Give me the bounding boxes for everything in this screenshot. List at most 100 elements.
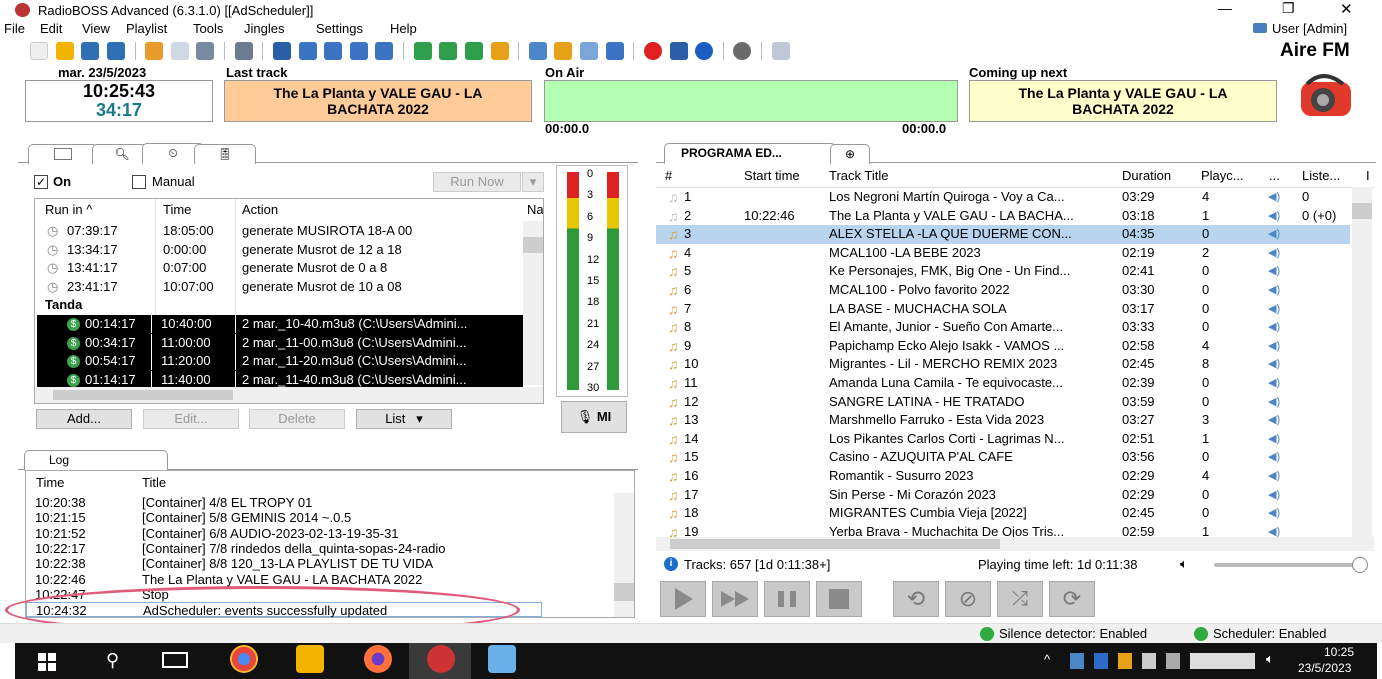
pl-col-duration[interactable]: Duration — [1122, 165, 1171, 187]
log-row[interactable]: 10:22:38 [Container] 8/8 120_13-LA PLAYLI… — [26, 556, 612, 571]
menu-help[interactable]: Help — [390, 21, 417, 36]
view-5-icon[interactable] — [375, 42, 394, 60]
col-run-in[interactable]: Run in ^ — [45, 199, 92, 221]
pl-col-playcount[interactable]: Playc... — [1201, 165, 1244, 187]
paste-icon[interactable] — [196, 42, 215, 60]
file-explorer-icon[interactable] — [296, 645, 324, 673]
delete-button[interactable]: Delete — [249, 409, 345, 429]
schedule-row[interactable]: ◷ 13:34:17 0:00:00 generate Musrot de 12 a … — [35, 241, 523, 260]
loop-button[interactable]: ⟳ — [1049, 581, 1095, 617]
playlist-row[interactable]: ♫ 16 Romantik - Susurro 2023 02:29 4 ◀︎) — [656, 467, 1350, 486]
undo-icon[interactable] — [234, 42, 253, 60]
radioboss-task-icon[interactable] — [427, 645, 455, 673]
add-folder-icon[interactable] — [439, 42, 458, 60]
playlist-row[interactable]: ♫ 8 El Amante, Junior - Sueño Con Amarte..… — [656, 318, 1350, 337]
log-vscroll[interactable] — [614, 493, 634, 617]
chrome-icon[interactable] — [230, 645, 258, 673]
schedule-row[interactable]: ◷ 07:39:17 18:05:00 generate MUSIROTA 18-A … — [35, 222, 523, 241]
tab-mixer[interactable]: 🎚︎ — [194, 144, 256, 164]
playlist-row[interactable]: ♫ 12 SANGRE LATINA - HE TRATADO 03:59 0 ◀︎) — [656, 393, 1350, 412]
forward-button[interactable] — [712, 581, 758, 617]
tab-programa[interactable]: PROGRAMA ED... — [664, 143, 836, 164]
view-1-icon[interactable] — [272, 42, 291, 60]
playlist-row[interactable]: ♫ 4 MCAL100 -LA BEBE 2023 02:19 2 ◀︎) — [656, 244, 1350, 263]
playlist-row[interactable]: ♫ 14 Los Pikantes Carlos Corti - Lagrimas … — [656, 430, 1350, 449]
log-row[interactable]: 10:21:15 [Container] 5/8 GEMINIS 2014 ~.0… — [26, 510, 612, 525]
globe-icon[interactable] — [695, 42, 714, 60]
pl-col-listeners[interactable]: Liste... — [1302, 165, 1340, 187]
pl-col-start[interactable]: Start time — [744, 165, 800, 187]
menu-jingles[interactable]: Jingles — [244, 21, 284, 36]
mute-icon[interactable] — [771, 42, 790, 60]
record-icon[interactable] — [643, 42, 662, 60]
schedule-icon[interactable] — [528, 42, 547, 60]
playlist-row[interactable]: ♫ 6 MCAL100 - Polvo favorito 2022 03:30 0 ◀︎) — [656, 281, 1350, 300]
on-checkbox[interactable]: ✓ — [34, 175, 48, 189]
tab-playlists[interactable] — [28, 144, 98, 164]
log-col-time[interactable]: Time — [36, 473, 64, 493]
col-action[interactable]: Action — [242, 199, 278, 221]
playlist-row[interactable]: ♫ 13 Marshmello Farruko - Esta Vida 2023 03… — [656, 411, 1350, 430]
ads-icon[interactable] — [554, 42, 573, 60]
menu-file[interactable]: File — [4, 21, 25, 36]
pl-col-title[interactable]: Track Title — [829, 165, 888, 187]
log-row[interactable]: 10:22:46 The La Planta y VALE GAU - LA BA… — [26, 572, 612, 587]
task-view-icon[interactable] — [162, 652, 188, 668]
schedule-row[interactable]: ◷ 13:41:17 0:07:00 generate Musrot de 0 a 8 — [35, 259, 523, 278]
log-row[interactable]: 10:20:38 [Container] 4/8 EL TROPY 01 — [26, 495, 612, 510]
run-now-dropdown[interactable]: ▾ — [522, 172, 544, 192]
menu-tools[interactable]: Tools — [193, 21, 223, 36]
playlist-row[interactable]: ♫ 11 Amanda Luna Camila - Te equivocaste..… — [656, 374, 1350, 393]
log-col-title[interactable]: Title — [142, 473, 166, 493]
playlist-row[interactable]: ♫ 2 10:22:46 The La Planta y VALE GAU - LA … — [656, 207, 1350, 226]
tanda-row[interactable]: $00:54:17 11:20:00 2 mar._11-20.m3u8 (C:\U… — [37, 352, 523, 372]
pause-button[interactable] — [764, 581, 810, 617]
col-name[interactable]: Na — [527, 199, 543, 221]
menu-settings[interactable]: Settings — [316, 21, 363, 36]
speaker-tray-icon[interactable]: 🔈︎ — [1266, 651, 1274, 667]
save-icon[interactable] — [81, 42, 100, 60]
volume-slider[interactable] — [1214, 557, 1368, 573]
playlist-row[interactable]: ♫ 19 Yerba Brava - Muchachita De Ojos Tris… — [656, 523, 1350, 537]
pl-col-i[interactable]: I — [1366, 165, 1370, 187]
pl-col-num[interactable]: # — [665, 165, 672, 187]
playlist-row[interactable]: ♫ 18 MIGRANTES Cumbia Vieja [2022] 02:45 0 ◀︎… — [656, 504, 1350, 523]
playlist-row[interactable]: ♫ 9 Papichamp Ecko Alejo Isakk - VAMOS ...… — [656, 337, 1350, 356]
user-label[interactable]: User [Admin] — [1272, 21, 1347, 36]
playlist-hscroll[interactable] — [656, 537, 1374, 551]
add-special-icon[interactable] — [490, 42, 509, 60]
maximize-button[interactable]: ❐ — [1282, 0, 1295, 17]
report-icon[interactable] — [605, 42, 624, 60]
log-row[interactable]: 10:22:17 [Container] 7/8 rindedos della_q… — [26, 541, 612, 556]
view-2-icon[interactable] — [298, 42, 317, 60]
add-button[interactable]: Add... — [36, 409, 132, 429]
settings-gear-icon[interactable] — [733, 42, 752, 60]
disable-button[interactable]: ⊘ — [945, 581, 991, 617]
tray-chevron-icon[interactable]: ^ — [1044, 652, 1050, 667]
tanda-row[interactable]: $00:14:17 10:40:00 2 mar._10-40.m3u8 (C:\U… — [37, 315, 523, 334]
pl-col-more[interactable]: ... — [1269, 165, 1280, 187]
schedule-row[interactable]: ◷ 23:41:17 10:07:00 generate Musrot de 10 a… — [35, 278, 523, 297]
playlist-row[interactable]: ♫ 10 Migrantes - Lil - MERCHO REMIX 2023 02… — [656, 355, 1350, 374]
new-icon[interactable] — [30, 42, 48, 60]
shuffle-button[interactable]: ⤮ — [997, 581, 1043, 617]
other-app-icon[interactable] — [488, 645, 516, 673]
copy-icon[interactable] — [170, 42, 189, 60]
tab-log[interactable]: Log — [24, 450, 168, 471]
satellite-icon[interactable] — [580, 42, 598, 60]
list-button[interactable]: List ▾ — [356, 409, 452, 429]
play-button[interactable] — [660, 581, 706, 617]
menu-view[interactable]: View — [82, 21, 110, 36]
scheduler-hscroll[interactable] — [35, 387, 543, 403]
add-track-icon[interactable] — [413, 42, 432, 60]
manual-checkbox[interactable] — [132, 175, 146, 189]
save-as-icon[interactable] — [106, 42, 125, 60]
view-3-icon[interactable] — [324, 42, 343, 60]
playlist-row[interactable]: ♫ 5 Ke Personajes, FMK, Big One - Un Find.… — [656, 262, 1350, 281]
playlist-row[interactable]: ♫ 15 Casino - AZUQUITA P'AL CAFE 03:56 0 ◀︎) — [656, 448, 1350, 467]
playlist-row[interactable]: ♫ 17 Sin Perse - Mi Corazón 2023 02:29 0 ◀︎) — [656, 486, 1350, 505]
tab-add-playlist[interactable]: ⊕ — [830, 144, 870, 164]
open-folder-icon[interactable] — [55, 42, 74, 60]
start-icon[interactable] — [38, 653, 56, 671]
cut-icon[interactable] — [145, 42, 164, 60]
